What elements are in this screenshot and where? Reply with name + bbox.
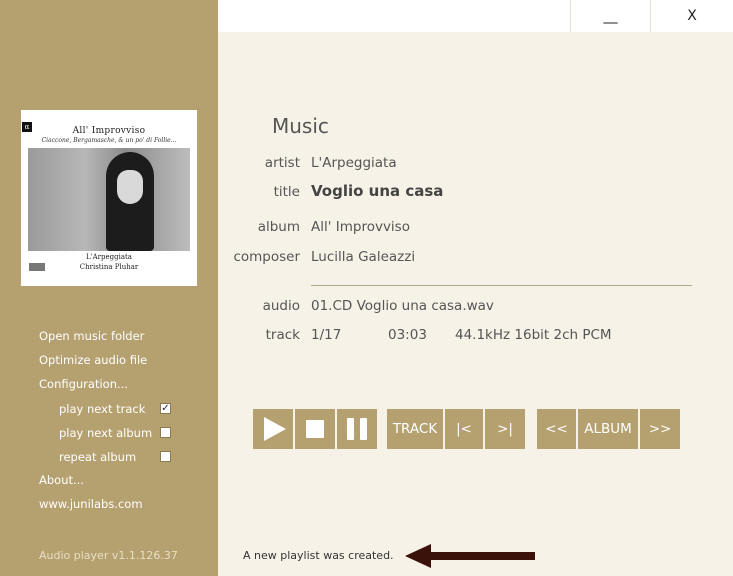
title-bar: __ X [218,0,733,32]
next-album-button[interactable]: >> [640,409,680,449]
play-button[interactable] [253,409,293,449]
stop-button[interactable] [295,409,335,449]
sidebar: α All' Improvviso Ciaccone, Bergamasche,… [0,0,218,576]
pause-button[interactable] [337,409,377,449]
track-button[interactable]: TRACK [387,409,443,449]
artist-value: L'Arpeggiata [311,155,397,171]
optimize-audio-file-link[interactable]: Optimize audio file [39,353,147,367]
play-next-album-label: play next album [59,426,153,440]
title-label: title [273,184,300,200]
album-value: All' Improvviso [311,219,410,235]
audio-file-value: 01.CD Voglio una casa.wav [311,298,494,314]
arrow-left-icon [405,544,535,568]
audio-label: audio [262,298,300,314]
configuration-link[interactable]: Configuration... [39,377,128,391]
composer-value: Lucilla Galeazzi [311,249,416,265]
play-next-track-label: play next track [59,402,146,416]
track-label: track [265,327,300,343]
previous-album-button[interactable]: << [537,409,576,449]
version-text: Audio player v1.1.126.37 [39,549,178,562]
artist-label: artist [264,155,300,171]
next-track-button[interactable]: >| [485,409,525,449]
cover-subtitle: Ciaccone, Bergamasche, & un po' di Folli… [41,137,177,144]
composer-label: composer [233,249,300,265]
cover-photo-face [117,170,143,204]
section-title: Music [272,114,329,138]
about-link[interactable]: About... [39,473,84,487]
repeat-album-checkbox[interactable] [160,451,171,462]
close-button[interactable]: X [650,0,733,32]
album-button[interactable]: ALBUM [578,409,638,449]
title-value: Voglio una casa [311,182,444,200]
duration-value: 03:03 [388,327,427,343]
pause-icon [347,418,367,440]
divider [311,285,692,286]
play-next-album-checkbox[interactable] [160,427,171,438]
cover-artist: L'Arpeggiata [86,253,132,261]
repeat-album-label: repeat album [59,450,137,464]
website-link[interactable]: www.junilabs.com [39,497,143,511]
track-number-value: 1/17 [311,327,342,343]
status-message: A new playlist was created. [243,549,394,562]
minimize-button[interactable]: __ [570,0,650,32]
cover-title: All' Improvviso [72,126,146,136]
previous-track-button[interactable]: |< [445,409,483,449]
play-next-track-checkbox[interactable]: ✓ [160,403,171,414]
cover-performer: Christina Pluhar [79,263,139,271]
open-music-folder-link[interactable]: Open music folder [39,329,144,343]
play-icon [263,417,286,441]
album-label: album [257,219,300,235]
cover-photo [28,148,190,251]
album-cover: α All' Improvviso Ciaccone, Bergamasche,… [21,110,197,286]
format-value: 44.1kHz 16bit 2ch PCM [455,327,612,343]
stop-icon [306,420,324,438]
